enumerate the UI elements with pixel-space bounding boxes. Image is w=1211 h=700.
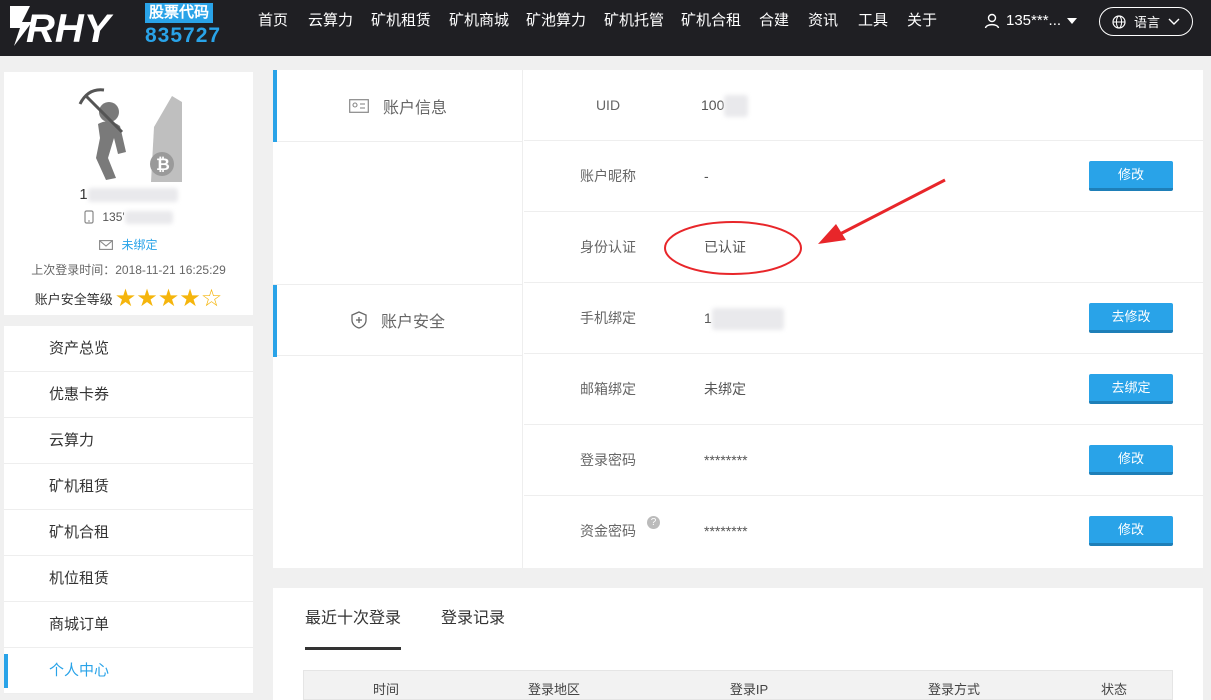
profile-last-login: 上次登录时间：2018-11-21 16:25:29 (31, 263, 226, 277)
row-phone-binding: 手机绑定 1 去修改 (524, 283, 1203, 354)
nav-miner-rental[interactable]: 矿机租赁 (371, 0, 431, 42)
profile-username: 1 (4, 186, 253, 203)
stock-code: 835727 (145, 24, 222, 47)
profile-card: ₿ 1 135' 未绑定 上次登录时间：2018-11-21 16:25:29 … (4, 72, 253, 315)
top-nav-bar: RHY 股票代码 835727 首页 云算力 矿机租赁 矿机商城 矿池算力 矿机… (0, 0, 1211, 56)
profile-email-status[interactable]: 未绑定 (121, 236, 157, 253)
sidebar-item-miner-rental[interactable]: 矿机租赁 (4, 464, 253, 510)
edit-nickname-button[interactable]: 修改 (1089, 161, 1173, 191)
panel-section-column: 账户信息 账户安全 (273, 70, 523, 568)
sidebar-menu: 资产总览 优惠卡券 云算力 矿机租赁 矿机合租 机位租赁 商城订单 个人中心 (4, 326, 253, 694)
sidebar-item-miner-share[interactable]: 矿机合租 (4, 510, 253, 556)
row-fund-password: 资金密码 ? ******** 修改 (524, 496, 1203, 567)
row-phone-value: 1 (704, 283, 784, 354)
row-email-value: 未绑定 (704, 381, 746, 397)
account-panel: 账户信息 账户安全 UID 100 账户昵称 - 修改 身份认证 已认证 手机绑… (273, 70, 1203, 568)
nav-miner-share[interactable]: 矿机合租 (681, 0, 741, 42)
change-phone-button[interactable]: 去修改 (1089, 303, 1173, 333)
row-login-password: 登录密码 ******** 修改 (524, 425, 1203, 496)
row-uid-label: UID (595, 97, 621, 113)
row-login-password-value: ******** (704, 452, 748, 468)
caret-down-icon (1067, 18, 1078, 24)
tab-login-history[interactable]: 登录记录 (441, 606, 505, 650)
miner-avatar-icon: ₿ (78, 88, 182, 182)
sidebar-item-coupons[interactable]: 优惠卡券 (4, 372, 253, 418)
login-table-header: 时间 登录地区 登录IP 登录方式 状态 (303, 670, 1173, 700)
row-phone-label: 手机绑定 (580, 310, 636, 326)
section-account-security[interactable]: 账户安全 (273, 284, 523, 357)
language-label: 语言 (1133, 15, 1160, 30)
rhy-logo[interactable]: RHY (8, 2, 133, 48)
row-fund-password-value: ******** (704, 523, 748, 539)
globe-icon (1112, 14, 1126, 29)
user-phone-masked: 135***... (1006, 12, 1062, 29)
row-identity-label: 身份认证 (580, 239, 636, 255)
row-email-label: 邮箱绑定 (580, 381, 636, 397)
mail-icon (99, 239, 114, 250)
sidebar-item-slot-rental[interactable]: 机位租赁 (4, 556, 253, 602)
row-identity-value: 已认证 (704, 239, 746, 255)
id-card-icon (349, 98, 369, 113)
nav-cloud-hashrate[interactable]: 云算力 (308, 0, 353, 42)
profile-email-line: 未绑定 (4, 236, 253, 253)
col-method: 登录方式 (927, 682, 980, 697)
sidebar-item-personal-center[interactable]: 个人中心 (4, 648, 253, 694)
edit-fund-password-button[interactable]: 修改 (1089, 516, 1173, 546)
sidebar-item-cloud-hashrate[interactable]: 云算力 (4, 418, 253, 464)
edit-login-password-button[interactable]: 修改 (1089, 445, 1173, 475)
profile-phone-line: 135' (4, 210, 253, 225)
nav-miner-store[interactable]: 矿机商城 (449, 0, 509, 42)
bind-email-button[interactable]: 去绑定 (1089, 374, 1173, 404)
row-fund-password-label: 资金密码 (580, 523, 636, 539)
nav-miner-hosting[interactable]: 矿机托管 (604, 0, 664, 42)
nav-co-build[interactable]: 合建 (759, 0, 789, 42)
sidebar-item-store-orders[interactable]: 商城订单 (4, 602, 253, 648)
masked-username (87, 188, 178, 203)
col-time: 时间 (372, 682, 399, 697)
row-identity-verification: 身份认证 已认证 (524, 212, 1203, 283)
nav-about[interactable]: 关于 (907, 0, 937, 42)
section-account-info-label: 账户信息 (382, 99, 447, 117)
mobile-icon (84, 210, 94, 224)
section-account-security-label: 账户安全 (380, 314, 445, 331)
col-status: 状态 (1100, 682, 1127, 697)
stock-label: 股票代码 (145, 3, 214, 23)
section-account-info[interactable]: 账户信息 (273, 70, 523, 142)
user-menu[interactable]: 135***... (984, 0, 1078, 42)
row-nickname: 账户昵称 - 修改 (524, 141, 1203, 212)
nav-pool-hashrate[interactable]: 矿池算力 (526, 0, 586, 42)
help-icon[interactable]: ? (647, 516, 660, 529)
security-stars-icon: ★★★★☆ (114, 285, 223, 312)
row-uid-value: 100 (701, 70, 749, 141)
profile-phone: 135' (102, 210, 173, 225)
row-email-binding: 邮箱绑定 未绑定 去绑定 (524, 354, 1203, 425)
sidebar-item-asset-overview[interactable]: 资产总览 (4, 326, 253, 372)
login-records-panel: 最近十次登录 登录记录 时间 登录地区 登录IP 登录方式 状态 (273, 588, 1203, 700)
svg-text:RHY: RHY (26, 7, 114, 48)
svg-text:₿: ₿ (156, 155, 170, 175)
nav-news[interactable]: 资讯 (808, 0, 838, 42)
col-region: 登录地区 (527, 682, 580, 697)
col-ip: 登录IP (729, 682, 769, 697)
nav-tools[interactable]: 工具 (858, 0, 888, 42)
profile-security-level: 账户安全等级 ★★★★☆ (34, 285, 223, 312)
chevron-down-icon (1168, 18, 1180, 25)
language-button[interactable]: 语言 (1099, 7, 1193, 36)
tab-recent-logins[interactable]: 最近十次登录 (305, 606, 402, 650)
user-icon (984, 13, 1000, 29)
row-uid: UID 100 (524, 70, 1203, 141)
row-login-password-label: 登录密码 (580, 452, 636, 468)
stock-code-block: 股票代码 835727 (145, 3, 221, 48)
shield-icon (351, 311, 367, 329)
row-nickname-value: - (704, 168, 709, 184)
nav-home[interactable]: 首页 (258, 0, 288, 42)
row-nickname-label: 账户昵称 (580, 168, 636, 184)
